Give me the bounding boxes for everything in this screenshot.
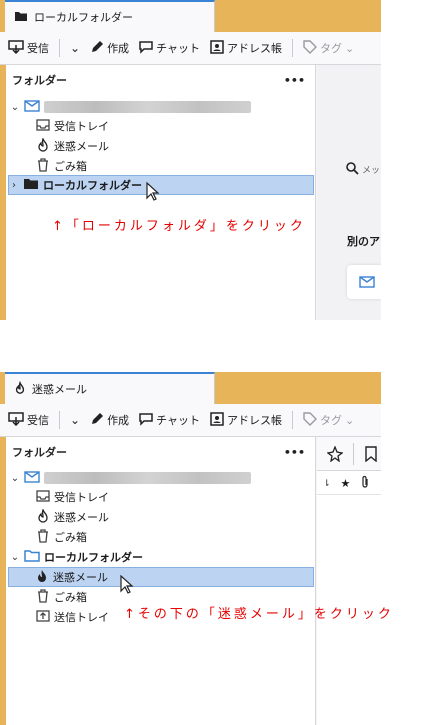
thread-toolbar: [317, 437, 381, 471]
folder-local-outbox[interactable]: 送信トレイ: [36, 607, 109, 627]
search-icon: [345, 161, 359, 178]
folder-local-junk[interactable]: 迷惑メール: [8, 567, 314, 587]
chat-icon: [139, 412, 153, 429]
download-icon: [8, 411, 24, 429]
tab-label: 迷惑メール: [32, 383, 87, 396]
flame-icon: [36, 136, 50, 155]
account-row[interactable]: ⌄: [10, 97, 251, 117]
column-header-row: ⇂ ★: [317, 473, 381, 495]
folder-local-folders[interactable]: ⌄ ローカルフォルダー: [10, 547, 143, 567]
outbox-icon: [36, 609, 50, 626]
thread-pane: ⇂ ★: [317, 437, 381, 725]
chevron-down-icon[interactable]: ⌄: [70, 413, 80, 427]
chevron-down-icon[interactable]: ⌄: [10, 102, 20, 113]
screenshot-local-folders: ローカルフォルダー 受信 ⌄ 作成 チャット アドレス帳 タグ ⌄ フォルダー …: [0, 0, 381, 320]
pencil-icon: [90, 412, 104, 429]
more-options-icon[interactable]: •••: [284, 74, 305, 87]
flame-icon: [35, 569, 49, 586]
address-book-button[interactable]: アドレス帳: [210, 411, 282, 429]
get-mail-button[interactable]: 受信: [8, 411, 49, 429]
attachment-icon[interactable]: [360, 475, 370, 492]
toolbar-separator: [291, 39, 293, 57]
tag-button[interactable]: タグ ⌄: [303, 39, 355, 57]
chevron-down-icon[interactable]: ⌄: [10, 473, 20, 484]
pin-icon[interactable]: [326, 445, 344, 465]
tab-junk[interactable]: 迷惑メール: [5, 372, 215, 404]
star-icon[interactable]: ★: [341, 477, 351, 490]
tag-icon: [303, 411, 317, 429]
screenshot-junk-folder: 迷惑メール 受信 ⌄ 作成 チャット アドレス帳 タグ ⌄ フォルダー ••• …: [0, 372, 381, 725]
section-label: 別のア: [347, 235, 380, 248]
chat-icon: [139, 40, 153, 57]
folder-inbox[interactable]: 受信トレイ: [36, 116, 109, 136]
tag-icon: [303, 39, 317, 57]
chevron-down-icon: ⌄: [344, 41, 355, 55]
bookmark-icon[interactable]: [365, 446, 377, 465]
account-setup-card[interactable]: [347, 265, 381, 299]
message-pane: □ メッ 別のア: [317, 65, 381, 320]
folder-trash[interactable]: ごみ箱: [36, 156, 87, 176]
folder-trash[interactable]: ごみ箱: [36, 527, 87, 547]
folder-pane-header: フォルダー •••: [12, 445, 305, 460]
toolbar: 受信 ⌄ 作成 チャット アドレス帳 タグ ⌄: [0, 32, 381, 65]
account-name-redacted: [44, 472, 251, 484]
folder-local-trash[interactable]: ごみ箱: [36, 587, 87, 607]
folder-icon: [24, 549, 40, 565]
compose-button[interactable]: 作成: [90, 40, 129, 57]
window-edge: [0, 437, 6, 725]
annotation-note-2: ↑その下の「迷惑メール」をクリック: [124, 607, 394, 622]
more-options-icon[interactable]: •••: [284, 446, 305, 459]
folder-junk[interactable]: 迷惑メール: [36, 507, 109, 527]
chat-button[interactable]: チャット: [139, 412, 200, 429]
toolbar-separator: [353, 443, 354, 465]
download-icon: [8, 39, 24, 57]
mouse-pointer-icon: [120, 574, 134, 598]
trash-icon: [36, 157, 50, 175]
window-edge: [0, 65, 6, 320]
address-book-icon: [210, 411, 224, 429]
account-name-redacted: [44, 101, 251, 113]
folder-junk[interactable]: 迷惑メール: [36, 136, 109, 156]
search-field[interactable]: メッ: [345, 161, 380, 178]
chevron-down-icon[interactable]: ⌄: [70, 41, 80, 55]
inbox-icon: [36, 118, 50, 135]
address-book-button[interactable]: アドレス帳: [210, 39, 282, 57]
tag-button[interactable]: タグ ⌄: [303, 411, 355, 429]
tab-bar: 迷惑メール: [0, 372, 381, 404]
chevron-right-icon[interactable]: ›: [9, 180, 19, 191]
folder-icon: [23, 177, 39, 193]
flame-icon: [36, 507, 50, 526]
mail-icon: [24, 99, 40, 115]
trash-icon: [36, 528, 50, 546]
folder-inbox[interactable]: 受信トレイ: [36, 487, 109, 507]
chevron-down-icon[interactable]: ⌄: [10, 552, 20, 563]
toolbar-separator: [59, 411, 60, 429]
folder-pane-header: フォルダー •••: [12, 73, 305, 88]
mouse-pointer-icon: [146, 181, 160, 205]
tab-local-folders[interactable]: ローカルフォルダー: [5, 0, 215, 32]
folder-pane: フォルダー ••• ⌄ 受信トレイ 迷惑メール ごみ箱 › ローカルフォルダー: [0, 65, 316, 320]
mail-icon: [24, 470, 40, 486]
address-book-icon: [210, 39, 224, 57]
pencil-icon: [90, 40, 104, 57]
annotation-note-1: ↑「ローカルフォルダ」をクリック: [52, 219, 306, 234]
folder-pane: フォルダー ••• ⌄ 受信トレイ 迷惑メール ごみ箱 ⌄ ローカルフォルダー …: [0, 437, 316, 725]
trash-icon: [36, 588, 50, 606]
thread-icon[interactable]: ⇂: [323, 479, 331, 489]
chat-button[interactable]: チャット: [139, 40, 200, 57]
tab-bar: ローカルフォルダー: [0, 0, 381, 32]
folder-local-folders[interactable]: › ローカルフォルダー: [8, 175, 314, 195]
mail-icon: [359, 276, 375, 291]
compose-button[interactable]: 作成: [90, 412, 129, 429]
tab-label: ローカルフォルダー: [34, 11, 133, 24]
toolbar-separator: [291, 411, 293, 429]
inbox-icon: [36, 489, 50, 506]
account-row[interactable]: ⌄: [10, 468, 251, 488]
flame-icon: [14, 380, 26, 398]
toolbar: 受信 ⌄ 作成 チャット アドレス帳 タグ ⌄: [0, 404, 381, 437]
get-mail-button[interactable]: 受信: [8, 39, 49, 57]
toolbar-separator: [59, 39, 60, 57]
folder-icon: [14, 10, 28, 25]
chevron-down-icon: ⌄: [344, 413, 355, 427]
